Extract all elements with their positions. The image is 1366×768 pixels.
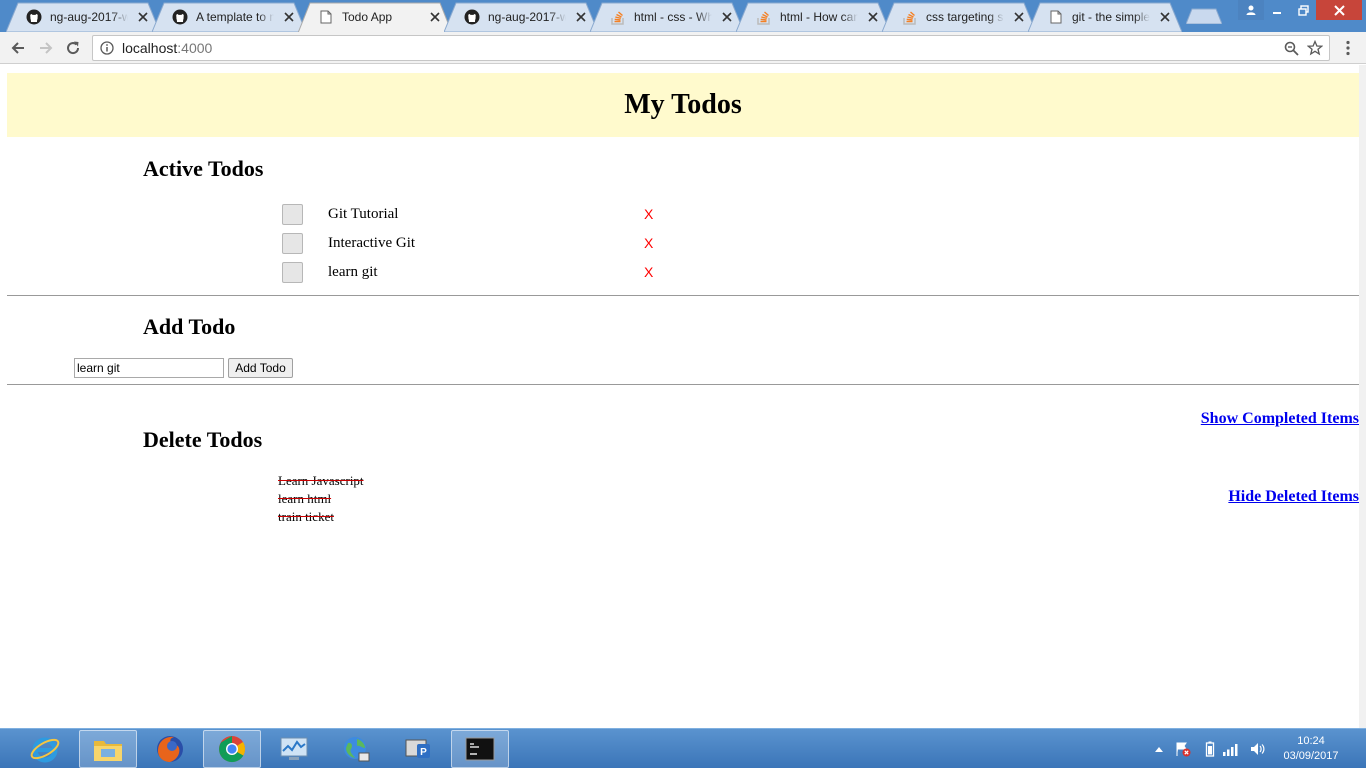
zoom-icon[interactable]	[1284, 41, 1299, 56]
browser-tab[interactable]: ng-aug-2017-wo	[6, 2, 160, 32]
page-scrollbar[interactable]	[1359, 65, 1366, 728]
network-globe-icon[interactable]	[327, 730, 385, 768]
tab-title: html - How can	[780, 10, 858, 24]
tab-close-icon[interactable]	[866, 10, 880, 24]
chrome-icon[interactable]	[203, 730, 261, 768]
add-todo-heading: Add Todo	[143, 314, 236, 339]
system-clock[interactable]: 10:24 03/09/2017	[1278, 734, 1344, 764]
deleted-todo-item: train ticket	[278, 509, 334, 524]
github-icon	[172, 9, 188, 25]
todo-delete-button[interactable]: X	[644, 206, 653, 222]
user-profile-icon[interactable]	[1238, 0, 1264, 20]
browser-tab[interactable]: css targeting sp	[882, 2, 1036, 32]
hide-deleted-link[interactable]: Hide Deleted Items	[1228, 488, 1359, 506]
info-icon[interactable]	[100, 41, 114, 55]
page-header: My Todos	[7, 73, 1359, 137]
command-prompt-icon[interactable]	[451, 730, 509, 768]
back-icon[interactable]	[7, 37, 29, 59]
close-window-icon[interactable]	[1316, 0, 1362, 20]
internet-explorer-icon[interactable]	[16, 730, 74, 768]
firefox-icon[interactable]	[141, 730, 199, 768]
tab-title: A template to m	[196, 10, 274, 24]
tab-title: git - the simple	[1072, 10, 1150, 24]
tab-close-icon[interactable]	[428, 10, 442, 24]
windows-taskbar: P 10:24 03/09/2017	[0, 728, 1366, 768]
url-text: localhost:4000	[122, 40, 212, 56]
todo-text: learn git	[328, 264, 378, 280]
todo-row: learn git X	[282, 262, 682, 284]
deleted-todo-item: learn html	[278, 491, 332, 506]
add-todo-button[interactable]: Add Todo	[228, 358, 293, 378]
todo-complete-checkbox[interactable]	[282, 204, 303, 225]
browser-tab[interactable]: html - css - Why	[590, 2, 744, 32]
deleted-todo-item: Learn Javascript	[278, 473, 364, 488]
browser-tab[interactable]: html - How can	[736, 2, 890, 32]
tab-title: ng-aug-2017-wo	[488, 10, 566, 24]
new-tab-button[interactable]	[1186, 8, 1222, 24]
todo-text: Interactive Git	[328, 235, 416, 251]
browser-toolbar: localhost:4000	[0, 32, 1366, 64]
tab-close-icon[interactable]	[574, 10, 588, 24]
show-hidden-icons-icon[interactable]	[1154, 741, 1164, 757]
stackoverflow-icon	[610, 9, 626, 25]
tab-close-icon[interactable]	[1012, 10, 1026, 24]
tab-close-icon[interactable]	[720, 10, 734, 24]
minimize-icon[interactable]	[1264, 0, 1290, 20]
todo-row: Interactive Git X	[282, 233, 682, 255]
address-bar[interactable]: localhost:4000	[92, 35, 1330, 61]
section-divider	[7, 384, 1359, 385]
section-divider	[7, 295, 1359, 296]
more-menu-icon[interactable]	[1340, 39, 1356, 57]
github-icon	[26, 9, 42, 25]
todo-complete-checkbox[interactable]	[282, 233, 303, 254]
tab-close-icon[interactable]	[136, 10, 150, 24]
todo-text: Git Tutorial	[328, 206, 399, 222]
tab-title: Todo App	[342, 10, 393, 24]
stackoverflow-icon	[756, 9, 772, 25]
browser-tab[interactable]: git - the simple	[1028, 2, 1182, 32]
forward-icon[interactable]	[35, 37, 57, 59]
battery-icon[interactable]	[1205, 741, 1215, 757]
browser-tab[interactable]: ng-aug-2017-wo	[444, 2, 598, 32]
todo-delete-button[interactable]: X	[644, 235, 653, 251]
url-port: :4000	[177, 40, 213, 56]
browser-tab-active[interactable]: Todo App	[298, 2, 452, 32]
remote-desktop-icon[interactable]: P	[389, 730, 447, 768]
show-completed-link[interactable]: Show Completed Items	[1201, 410, 1359, 428]
svg-text:P: P	[420, 747, 427, 758]
restore-icon[interactable]	[1290, 0, 1316, 20]
tab-close-icon[interactable]	[1158, 10, 1172, 24]
action-center-flag-icon[interactable]	[1175, 741, 1191, 757]
stackoverflow-icon	[902, 9, 918, 25]
url-host: localhost	[122, 40, 178, 56]
bookmark-star-icon[interactable]	[1307, 40, 1323, 56]
active-todos-heading: Active Todos	[143, 156, 264, 181]
tab-title: css targeting sp	[926, 10, 1004, 24]
page-icon	[318, 9, 334, 25]
tab-title: html - css - Why	[634, 10, 712, 24]
volume-icon[interactable]	[1249, 741, 1265, 757]
clock-time: 10:24	[1297, 735, 1325, 747]
clock-date: 03/09/2017	[1283, 750, 1339, 762]
page-icon	[1048, 9, 1064, 25]
network-signal-icon[interactable]	[1222, 741, 1240, 757]
page-title: My Todos	[624, 89, 742, 120]
file-explorer-icon[interactable]	[79, 730, 137, 768]
delete-todos-heading: Delete Todos	[143, 427, 263, 452]
github-icon	[464, 9, 480, 25]
tab-close-icon[interactable]	[282, 10, 296, 24]
todo-row: Git Tutorial X	[282, 204, 682, 226]
browser-tab[interactable]: A template to m	[152, 2, 306, 32]
todo-input[interactable]	[74, 358, 224, 378]
todo-complete-checkbox[interactable]	[282, 262, 303, 283]
reload-icon[interactable]	[62, 37, 84, 59]
task-manager-icon[interactable]	[265, 730, 323, 768]
todo-delete-button[interactable]: X	[644, 264, 653, 280]
browser-tab-strip: ng-aug-2017-wo A template to m Todo App …	[0, 0, 1366, 32]
tab-title: ng-aug-2017-wo	[50, 10, 128, 24]
